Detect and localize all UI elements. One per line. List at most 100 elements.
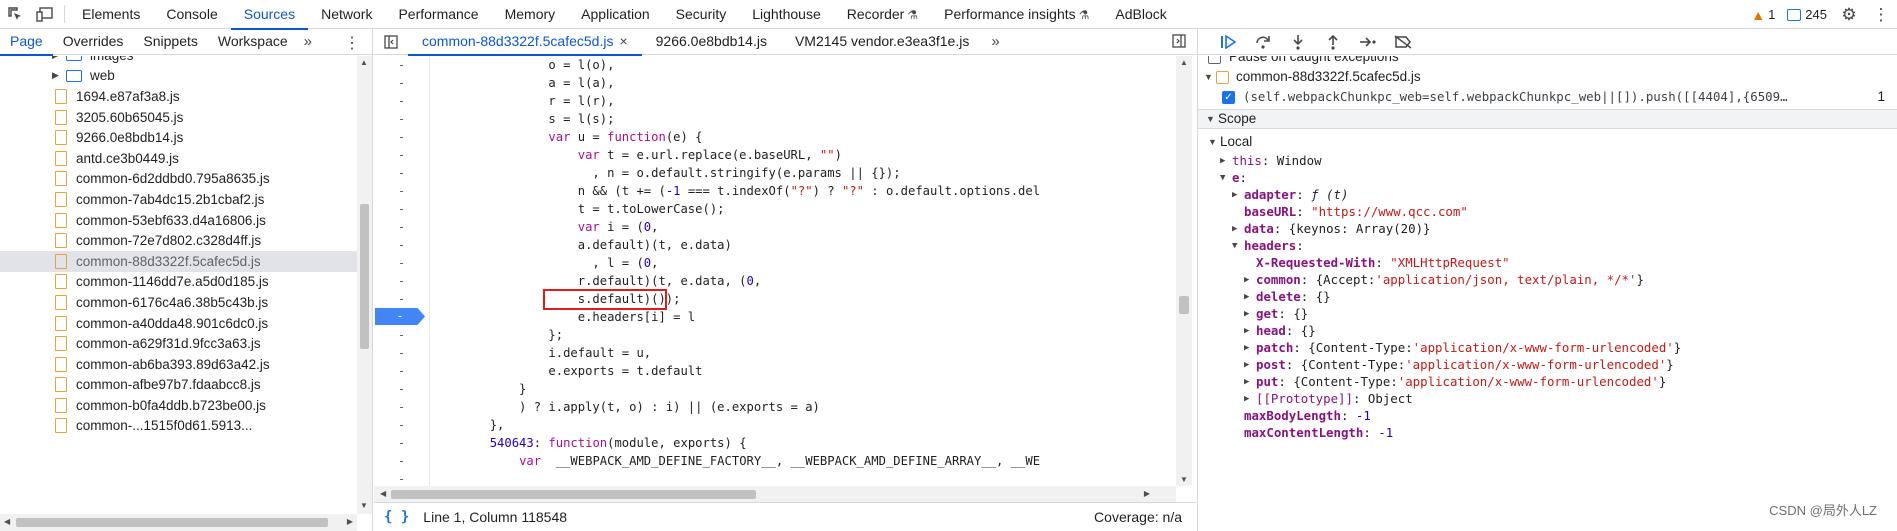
e-baseurl[interactable]: baseURL: "https://www.qcc.com" (1198, 203, 1897, 220)
gutter-line[interactable]: - (374, 74, 429, 92)
folder-item[interactable]: ▶ web (0, 66, 357, 87)
gutter-line[interactable]: - (374, 218, 429, 236)
breakpoint-checkbox[interactable]: ✓ (1222, 90, 1235, 104)
more-tabs-chevron-icon[interactable]: » (983, 33, 1007, 50)
file-item[interactable]: common-a629f31d.9fcc3a63.js (0, 333, 357, 354)
file-item[interactable]: common-6176c4a6.38b5c43b.js (0, 292, 357, 313)
gutter-line[interactable]: - (374, 362, 429, 380)
expand-arrow-icon[interactable]: ▼ (1204, 67, 1216, 87)
gutter-line[interactable]: - (374, 236, 429, 254)
header-x-requested-with[interactable]: X-Requested-With: "XMLHttpRequest" (1198, 254, 1897, 271)
gutter-line[interactable]: - (374, 254, 429, 272)
gutter-line[interactable]: - (374, 110, 429, 128)
header-put[interactable]: ▶ put: {Content-Type: 'application/x-www… (1198, 373, 1897, 390)
editor-tab-vm2145[interactable]: VM2145 vendor.e3ea3f1e.js (781, 29, 983, 55)
pretty-print-icon[interactable]: { } (384, 509, 409, 525)
tab-memory[interactable]: Memory (492, 0, 569, 29)
tab-application[interactable]: Application (568, 0, 663, 29)
editor-tab-common-88d3322f[interactable]: common-88d3322f.5cafec5d.js × (408, 29, 642, 56)
file-item[interactable]: common-72e7d802.c328d4ff.js (0, 230, 357, 251)
gutter-line[interactable]: - (374, 128, 429, 146)
resume-icon[interactable] (1210, 29, 1245, 55)
more-tabs-chevron-icon[interactable]: » (298, 33, 318, 50)
header-patch[interactable]: ▶ patch: {Content-Type: 'application/x-w… (1198, 339, 1897, 356)
gutter-line[interactable]: - (374, 344, 429, 362)
file-item[interactable]: 9266.0e8bdb14.js (0, 127, 357, 148)
gutter-line[interactable]: - (374, 290, 429, 308)
tab-performance[interactable]: Performance (385, 0, 491, 29)
inspect-element-icon[interactable] (0, 0, 30, 29)
tab-console[interactable]: Console (153, 0, 230, 29)
close-icon[interactable]: × (619, 33, 627, 49)
gutter-line[interactable]: - (374, 164, 429, 182)
header-delete[interactable]: ▶ delete: {} (1198, 288, 1897, 305)
gutter-line[interactable]: - (374, 398, 429, 416)
scope-local[interactable]: ▼ Local (1198, 132, 1897, 152)
gutter-line[interactable]: - (374, 452, 429, 470)
scroll-left-arrow-icon[interactable]: ◀ (4, 517, 10, 526)
step-icon[interactable] (1350, 29, 1385, 55)
file-item[interactable]: common-88d3322f.5cafec5d.js (0, 250, 357, 272)
breakpoint-item[interactable]: ✓ (self.webpackChunkpc_web=self.webpackC… (1198, 87, 1897, 107)
gutter-line[interactable]: - (374, 200, 429, 218)
gutter-line[interactable]: - (374, 92, 429, 110)
gutter-line[interactable]: - (374, 146, 429, 164)
header-head[interactable]: ▶ head: {} (1198, 322, 1897, 339)
file-item[interactable]: common-7ab4dc15.2b1cbaf2.js (0, 189, 357, 210)
e-maxbodylength[interactable]: maxBodyLength: -1 (1198, 407, 1897, 424)
pause-on-caught-row[interactable]: Pause on caught exceptions (1198, 56, 1897, 67)
tab-page[interactable]: Page (0, 29, 53, 56)
scroll-down-arrow-icon[interactable]: ▼ (1180, 475, 1188, 484)
gutter-line[interactable]: - (374, 434, 429, 452)
gutter-line[interactable]: - (374, 272, 429, 290)
scope-this[interactable]: ▶ this: Window (1198, 152, 1897, 169)
scroll-up-arrow-icon[interactable]: ▲ (1180, 58, 1188, 67)
file-item[interactable]: common-ab6ba393.89d63a42.js (0, 354, 357, 375)
header-common[interactable]: ▶ common: {Accept: 'application/json, te… (1198, 271, 1897, 288)
toggle-debugger-icon[interactable] (1172, 34, 1186, 51)
header-prototype[interactable]: ▶ [[Prototype]]: Object (1198, 390, 1897, 407)
file-item[interactable]: antd.ce3b0449.js (0, 148, 357, 169)
gear-icon[interactable]: ⚙ (1833, 0, 1865, 29)
step-into-icon[interactable] (1280, 29, 1315, 55)
gutter-line[interactable]: - (374, 416, 429, 434)
e-adapter[interactable]: ▶ adapter: ƒ (t) (1198, 186, 1897, 203)
scope-section-header[interactable]: ▼ Scope (1198, 109, 1897, 129)
more-options-icon[interactable]: ⋮ (1865, 0, 1897, 29)
coverage-status[interactable]: Coverage: n/a (1094, 509, 1182, 525)
tab-elements[interactable]: Elements (69, 0, 153, 29)
messages-counter[interactable]: 245 (1781, 0, 1833, 29)
toggle-navigator-icon[interactable] (374, 29, 408, 55)
folder-item[interactable]: ▶ images (0, 56, 357, 66)
deactivate-breakpoints-icon[interactable] (1385, 29, 1420, 55)
expand-arrow-icon[interactable]: ▼ (1232, 236, 1244, 256)
scope-e[interactable]: ▼ e: (1198, 169, 1897, 186)
tab-overrides[interactable]: Overrides (53, 29, 134, 55)
tab-network[interactable]: Network (308, 0, 385, 29)
e-data[interactable]: ▶ data: {keynos: Array(20)} (1198, 220, 1897, 237)
tab-sources[interactable]: Sources (230, 0, 309, 30)
file-item[interactable]: common-afbe97b7.fdaabcc8.js (0, 375, 357, 396)
pause-on-caught-checkbox[interactable] (1208, 56, 1221, 64)
scroll-left-arrow-icon[interactable]: ◀ (380, 489, 386, 498)
breakpoint-file-row[interactable]: ▼ common-88d3322f.5cafec5d.js (1198, 67, 1897, 87)
navigator-vertical-scrollbar[interactable]: ▲ ▼ (357, 56, 372, 514)
scroll-down-arrow-icon[interactable]: ▼ (360, 501, 368, 510)
scrollbar-thumb[interactable] (1179, 296, 1189, 314)
gutter-line[interactable]: - (374, 326, 429, 344)
editor-horizontal-scrollbar[interactable]: ◀ ▶ (374, 486, 1176, 502)
file-item[interactable]: 1694.e87af3a8.js (0, 86, 357, 107)
gutter-line[interactable]: - (374, 380, 429, 398)
expand-arrow-icon[interactable]: ▼ (1206, 109, 1218, 129)
tab-adblock[interactable]: AdBlock (1102, 0, 1179, 29)
device-toolbar-icon[interactable] (30, 0, 60, 29)
file-item[interactable]: common-1146dd7e.a5d0d185.js (0, 272, 357, 293)
file-item[interactable]: common-6d2ddbd0.795a8635.js (0, 169, 357, 190)
file-item[interactable]: common-b0fa4ddb.b723be00.js (0, 395, 357, 416)
warnings-counter[interactable]: ▲ 1 (1745, 0, 1781, 29)
file-item[interactable]: 3205.60b65045.js (0, 107, 357, 128)
gutter-line[interactable]: - (374, 56, 429, 74)
code-area[interactable]: o = l(o), a = l(a), r = l(r), s = l(s); … (431, 56, 1176, 486)
scroll-right-arrow-icon[interactable]: ▶ (347, 517, 353, 526)
tab-lighthouse[interactable]: Lighthouse (739, 0, 834, 29)
